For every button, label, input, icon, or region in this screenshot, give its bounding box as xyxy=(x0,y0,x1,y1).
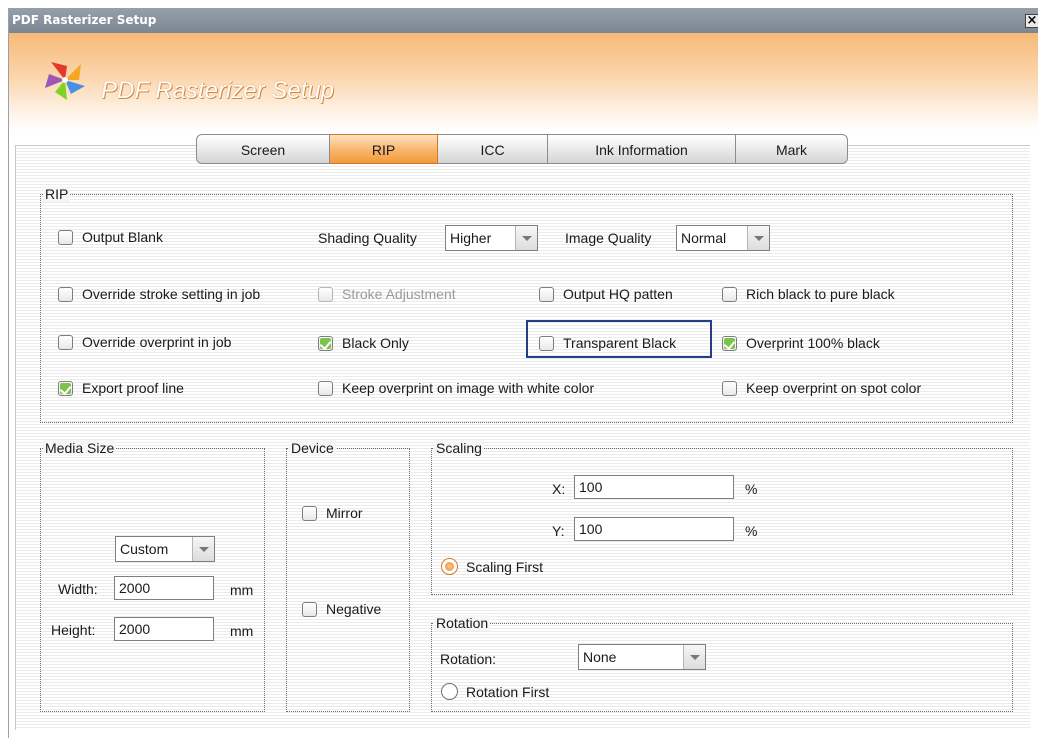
width-label: Width: xyxy=(58,581,98,597)
chevron-down-icon[interactable] xyxy=(747,226,769,250)
scale-y-unit: % xyxy=(745,523,758,539)
chevron-down-icon[interactable] xyxy=(515,226,537,250)
output-blank-checkbox[interactable]: Output Blank xyxy=(58,229,163,245)
window-title: PDF Rasterizer Setup xyxy=(12,13,157,27)
image-quality-select[interactable]: Normal xyxy=(676,225,770,251)
stroke-adjustment-box xyxy=(318,286,333,302)
export-proof-line-box[interactable] xyxy=(58,380,73,396)
overprint-100-black-label: Overprint 100% black xyxy=(746,335,880,351)
rich-black-checkbox[interactable]: Rich black to pure black xyxy=(722,286,895,302)
width-input[interactable]: 2000 xyxy=(114,576,214,600)
rip-legend: RIP xyxy=(43,186,71,202)
override-overprint-checkbox[interactable]: Override overprint in job xyxy=(58,334,231,350)
rotation-first-label: Rotation First xyxy=(466,683,550,700)
scale-y-label: Y: xyxy=(552,523,565,539)
chevron-down-icon[interactable] xyxy=(683,645,705,669)
black-only-label: Black Only xyxy=(342,335,409,351)
height-input[interactable]: 2000 xyxy=(114,617,214,641)
scale-x-unit: % xyxy=(745,481,758,497)
overprint-100-black-box[interactable] xyxy=(722,335,737,351)
rotation-select[interactable]: None xyxy=(578,644,706,670)
transparent-black-label: Transparent Black xyxy=(563,335,677,351)
output-blank-box[interactable] xyxy=(58,229,73,245)
mirror-checkbox[interactable]: Mirror xyxy=(302,505,363,521)
tab-icc[interactable]: ICC xyxy=(438,134,548,164)
keep-overprint-white-checkbox[interactable]: Keep overprint on image with white color xyxy=(318,380,594,396)
keep-overprint-white-label: Keep overprint on image with white color xyxy=(342,380,595,396)
scale-x-input[interactable]: 100 xyxy=(574,475,734,499)
export-proof-line-checkbox[interactable]: Export proof line xyxy=(58,380,184,396)
shading-quality-label: Shading Quality xyxy=(318,230,417,246)
media-size-legend: Media Size xyxy=(43,440,117,456)
media-size-select[interactable]: Custom xyxy=(115,536,215,562)
mirror-box[interactable] xyxy=(302,505,317,521)
rotation-first-radio[interactable]: Rotation First xyxy=(441,683,549,700)
shading-quality-select[interactable]: Higher xyxy=(445,225,538,251)
height-unit: mm xyxy=(230,623,254,639)
device-legend: Device xyxy=(289,440,336,456)
transparent-black-checkbox[interactable]: Transparent Black xyxy=(539,335,676,351)
stroke-adjustment-checkbox: Stroke Adjustment xyxy=(318,286,456,302)
keep-overprint-spot-checkbox[interactable]: Keep overprint on spot color xyxy=(722,380,921,396)
output-hq-patten-checkbox[interactable]: Output HQ patten xyxy=(539,286,673,302)
close-button[interactable]: × xyxy=(1025,14,1038,28)
scaling-first-radio[interactable]: Scaling First xyxy=(441,558,543,575)
stroke-adjustment-label: Stroke Adjustment xyxy=(342,286,456,302)
title-bar: PDF Rasterizer Setup × xyxy=(9,8,1038,33)
output-blank-label: Output Blank xyxy=(82,229,163,245)
keep-overprint-spot-label: Keep overprint on spot color xyxy=(746,380,922,396)
override-stroke-label: Override stroke setting in job xyxy=(82,286,261,302)
rotation-value: None xyxy=(583,649,617,665)
keep-overprint-white-box[interactable] xyxy=(318,380,333,396)
override-overprint-box[interactable] xyxy=(58,334,73,350)
tab-ink-information[interactable]: Ink Information xyxy=(548,134,736,164)
height-label: Height: xyxy=(51,622,96,638)
negative-box[interactable] xyxy=(302,601,317,617)
black-only-box[interactable] xyxy=(318,335,333,351)
chevron-down-icon[interactable] xyxy=(192,537,214,561)
header-banner: PDF Rasterizer Setup xyxy=(9,33,1038,131)
rich-black-box[interactable] xyxy=(722,286,737,302)
export-proof-line-label: Export proof line xyxy=(82,380,184,396)
override-stroke-box[interactable] xyxy=(58,286,73,302)
rich-black-label: Rich black to pure black xyxy=(746,286,895,302)
override-overprint-label: Override overprint in job xyxy=(82,334,232,350)
image-quality-label: Image Quality xyxy=(565,230,652,246)
override-stroke-checkbox[interactable]: Override stroke setting in job xyxy=(58,286,260,302)
keep-overprint-spot-box[interactable] xyxy=(722,380,737,396)
black-only-checkbox[interactable]: Black Only xyxy=(318,335,409,351)
mirror-label: Mirror xyxy=(326,505,363,521)
tab-mark[interactable]: Mark xyxy=(736,134,848,164)
pinwheel-logo-icon xyxy=(45,62,85,100)
rotation-first-radio-button[interactable] xyxy=(441,683,458,700)
overprint-100-black-checkbox[interactable]: Overprint 100% black xyxy=(722,335,880,351)
scaling-first-radio-button[interactable] xyxy=(441,558,458,575)
device-group: Device xyxy=(286,440,410,712)
rotation-legend: Rotation xyxy=(434,615,491,631)
scaling-legend: Scaling xyxy=(434,440,484,456)
tab-rip[interactable]: RIP xyxy=(330,134,438,164)
tab-bar: Screen RIP ICC Ink Information Mark xyxy=(196,134,848,164)
rotation-label: Rotation: xyxy=(440,651,497,667)
width-unit: mm xyxy=(230,582,254,598)
scale-y-input[interactable]: 100 xyxy=(574,517,734,541)
transparent-black-box[interactable] xyxy=(539,335,554,351)
negative-checkbox[interactable]: Negative xyxy=(302,601,381,617)
scale-x-label: X: xyxy=(552,481,566,497)
output-hq-patten-box[interactable] xyxy=(539,286,554,302)
scaling-first-label: Scaling First xyxy=(466,558,544,575)
output-hq-patten-label: Output HQ patten xyxy=(563,286,673,302)
shading-quality-value: Higher xyxy=(450,230,492,246)
media-size-value: Custom xyxy=(120,541,169,557)
negative-label: Negative xyxy=(326,601,382,617)
tab-screen[interactable]: Screen xyxy=(196,134,330,164)
banner-title: PDF Rasterizer Setup xyxy=(101,77,334,104)
image-quality-value: Normal xyxy=(681,230,727,246)
